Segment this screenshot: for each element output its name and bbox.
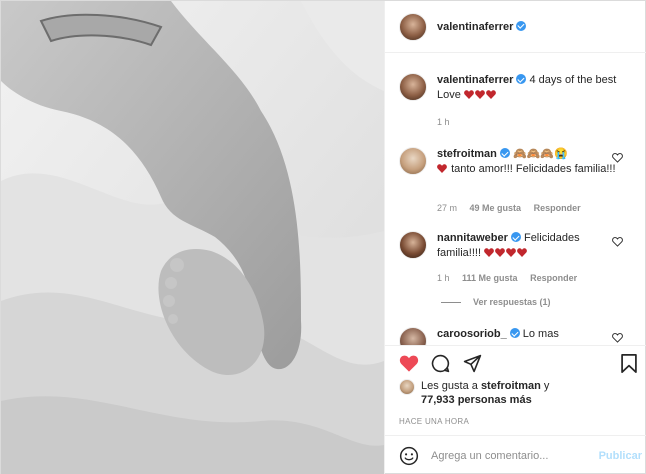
caption-meta: 1 h [437, 117, 450, 127]
heart-emoji-group [484, 247, 528, 259]
comment-body: stefroitman 🙈🙈🙈😭 tanto amor!!! Felicidad… [437, 147, 617, 177]
heart-icon[interactable] [399, 354, 419, 372]
likes-count[interactable]: 77,933 personas más [421, 394, 532, 406]
comment-emoji: 🙈🙈🙈😭 [512, 148, 568, 160]
comment-input[interactable] [431, 449, 581, 462]
share-icon[interactable] [463, 354, 482, 373]
verified-icon [516, 74, 527, 84]
comment-item: stefroitman 🙈🙈🙈😭 tanto amor!!! Felicidad… [399, 147, 637, 177]
commenter-avatar[interactable] [399, 327, 427, 345]
likes-summary: Les gusta a stefroitman y 77,933 persona… [399, 379, 549, 407]
likes-middle: y [543, 380, 550, 392]
comment-like-heart-icon[interactable] [612, 236, 623, 247]
heart-emoji-icon [486, 90, 496, 99]
heart-emoji-icon [437, 164, 447, 173]
view-replies[interactable]: Ver respuestas (1) [441, 297, 551, 307]
comment-likes[interactable]: 111 Me gusta [462, 273, 518, 283]
commenter-avatar[interactable] [399, 147, 427, 175]
comments-list: valentinaferrer 4 days of the best Love … [385, 53, 646, 345]
likes-user[interactable]: stefroitman [481, 380, 541, 392]
post-header: valentinaferrer [385, 1, 646, 53]
comment-item: caroosoriob_ Lo mas [399, 327, 637, 345]
caption-body: valentinaferrer 4 days of the best Love [437, 73, 617, 103]
author-name-wrap: valentinaferrer [437, 20, 527, 33]
heart-emoji-icon [495, 248, 505, 257]
heart-emoji-icon [484, 248, 494, 257]
likes-text: Les gusta a stefroitman y 77,933 persona… [421, 379, 549, 407]
heart-emoji-group [464, 89, 497, 101]
liker-avatar[interactable] [399, 379, 415, 395]
comment-meta: 1 h 111 Me gusta Responder [437, 273, 577, 283]
reply-button[interactable]: Responder [534, 203, 581, 213]
comment-like-heart-icon[interactable] [612, 152, 623, 163]
view-replies-line [441, 301, 461, 303]
author-username[interactable]: valentinaferrer [437, 21, 513, 33]
commenter-avatar[interactable] [399, 231, 427, 259]
comment-body: nannitaweber Felicidades familia!!!! [437, 231, 617, 261]
heart-emoji-icon [464, 90, 474, 99]
heart-emoji-icon [517, 248, 527, 257]
verified-icon [499, 148, 510, 158]
photo-illustration [1, 1, 384, 474]
comment-icon[interactable] [431, 354, 450, 373]
comment-meta: 27 m 49 Me gusta Responder [437, 203, 581, 213]
post-side-panel: valentinaferrer valentinaferrer 4 days o… [384, 1, 646, 474]
heart-emoji-icon [506, 248, 516, 257]
post-time-ago[interactable]: HACE UNA HORA [399, 417, 469, 426]
comment-likes[interactable]: 49 Me gusta [470, 203, 522, 213]
author-avatar[interactable] [399, 12, 427, 41]
view-replies-label[interactable]: Ver respuestas (1) [473, 297, 551, 307]
caption-time[interactable]: 1 h [437, 117, 450, 127]
caption-avatar[interactable] [399, 73, 427, 101]
comment-time[interactable]: 27 m [437, 203, 457, 213]
add-comment-bar: Publicar [385, 435, 646, 474]
comment-username[interactable]: nannitaweber [437, 232, 508, 244]
verified-icon [510, 232, 521, 242]
comment-body: caroosoriob_ Lo mas [437, 327, 617, 345]
heart-emoji-icon [475, 90, 485, 99]
bookmark-icon[interactable] [621, 354, 637, 373]
comment-username[interactable]: caroosoriob_ [437, 328, 507, 340]
verified-icon [516, 20, 527, 31]
emoji-icon[interactable] [399, 446, 419, 466]
post-photo[interactable] [1, 1, 384, 474]
reply-button[interactable]: Responder [530, 273, 577, 283]
comment-like-heart-icon[interactable] [612, 332, 623, 343]
instagram-post: valentinaferrer valentinaferrer 4 days o… [0, 0, 646, 474]
likes-prefix: Les gusta a [421, 380, 478, 392]
comment-text: Lo mas [522, 328, 559, 340]
caption-username[interactable]: valentinaferrer [437, 74, 513, 86]
publish-button[interactable]: Publicar [599, 450, 642, 462]
comment-text: tanto amor!!! Felicidades familia!!! [451, 163, 616, 175]
comment-time[interactable]: 1 h [437, 273, 450, 283]
verified-icon [509, 328, 520, 338]
comment-item: nannitaweber Felicidades familia!!!! [399, 231, 637, 261]
caption: valentinaferrer 4 days of the best Love [399, 73, 637, 103]
comment-username[interactable]: stefroitman [437, 148, 497, 160]
